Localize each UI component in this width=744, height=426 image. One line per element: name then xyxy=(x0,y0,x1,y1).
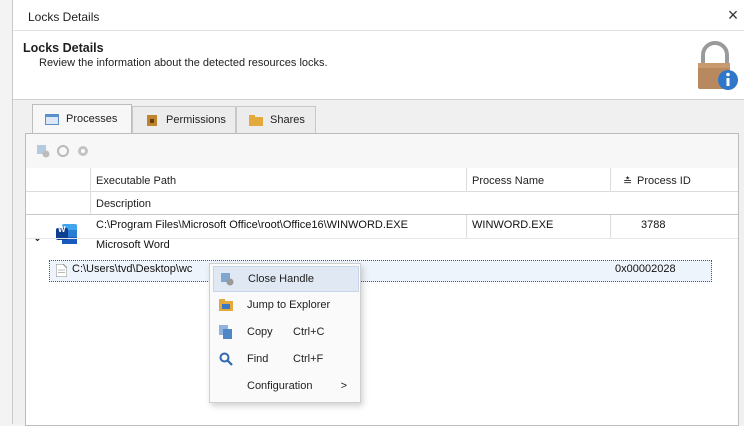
handle-path: C:\Users\tvd\Desktop\wc xyxy=(72,263,193,275)
title-bar: Locks Details × xyxy=(13,0,744,31)
column-header-description[interactable]: Description xyxy=(96,198,151,210)
padlock-info-icon xyxy=(698,41,738,90)
context-menu: Close Handle Jump to Explorer Copy Ctrl+… xyxy=(209,263,361,403)
menu-item-label: Find xyxy=(247,353,269,365)
header-divider xyxy=(26,191,738,192)
tab-permissions[interactable]: Permissions xyxy=(132,106,236,133)
dialog-header: Locks Details Review the information abo… xyxy=(13,31,744,100)
handle-value: 0x00002028 xyxy=(615,263,676,275)
row-divider xyxy=(26,238,738,239)
menu-item-shortcut: Ctrl+C xyxy=(293,326,325,338)
tab-label: Permissions xyxy=(166,114,226,126)
tab-processes[interactable]: Processes xyxy=(32,104,132,133)
sort-ascending-icon: ≛ xyxy=(623,176,633,188)
column-header-process-name[interactable]: Process Name xyxy=(472,175,544,187)
refresh-icon[interactable] xyxy=(56,144,70,158)
explorer-icon xyxy=(219,299,233,311)
processes-panel: Executable Path Process Name ≛ Process I… xyxy=(25,133,739,426)
column-divider xyxy=(466,215,467,238)
search-icon xyxy=(219,352,233,366)
menu-item-configuration[interactable]: Configuration > xyxy=(213,374,357,398)
tab-label: Processes xyxy=(66,113,118,125)
close-handle-icon[interactable] xyxy=(36,144,50,158)
menu-item-close-handle[interactable]: Close Handle xyxy=(213,266,359,292)
dialog-content: Processes Permissions Shares Executable … xyxy=(13,100,744,426)
column-header-path[interactable]: Executable Path xyxy=(96,175,176,187)
toolbar xyxy=(26,134,738,168)
menu-item-find[interactable]: Find Ctrl+F xyxy=(213,347,357,371)
permissions-icon xyxy=(147,114,157,126)
process-id: 3788 xyxy=(641,219,666,231)
menu-item-jump-to-explorer[interactable]: Jump to Explorer xyxy=(213,293,357,317)
window-title: Locks Details xyxy=(28,10,100,24)
column-divider xyxy=(610,168,611,191)
column-divider xyxy=(466,168,467,191)
menu-item-copy[interactable]: Copy Ctrl+C xyxy=(213,320,357,344)
tab-label: Shares xyxy=(270,114,305,126)
menu-item-label: Configuration xyxy=(247,380,313,392)
header-description: Review the information about the detecte… xyxy=(39,57,328,69)
close-icon[interactable]: × xyxy=(723,6,743,26)
settings-icon[interactable] xyxy=(76,144,90,158)
processes-icon xyxy=(45,113,59,125)
menu-item-label: Close Handle xyxy=(248,273,315,285)
locks-grid: Executable Path Process Name ≛ Process I… xyxy=(26,168,738,425)
file-icon xyxy=(56,264,67,277)
process-description: Microsoft Word xyxy=(96,239,170,251)
column-divider xyxy=(90,168,91,214)
locks-details-window: Locks Details × Locks Details Review the… xyxy=(12,0,744,426)
shares-icon xyxy=(249,114,263,126)
expand-chevron-icon[interactable]: ⌄ xyxy=(32,229,43,245)
process-name: WINWORD.EXE xyxy=(472,219,554,231)
menu-item-label: Copy xyxy=(247,326,273,338)
tab-shares[interactable]: Shares xyxy=(236,106,316,133)
word-app-letter: W xyxy=(58,225,66,234)
menu-item-label: Jump to Explorer xyxy=(247,299,331,311)
header-title: Locks Details xyxy=(23,41,104,55)
handle-row[interactable]: C:\Users\tvd\Desktop\wc 0x00002028 xyxy=(49,260,712,282)
submenu-arrow-icon: > xyxy=(340,380,347,392)
process-path: C:\Program Files\Microsoft Office\root\O… xyxy=(96,219,408,231)
copy-icon xyxy=(219,325,232,339)
menu-item-shortcut: Ctrl+F xyxy=(293,353,324,365)
column-divider xyxy=(610,215,611,238)
close-handle-icon xyxy=(221,273,234,286)
column-header-process-id[interactable]: Process ID xyxy=(637,175,691,187)
